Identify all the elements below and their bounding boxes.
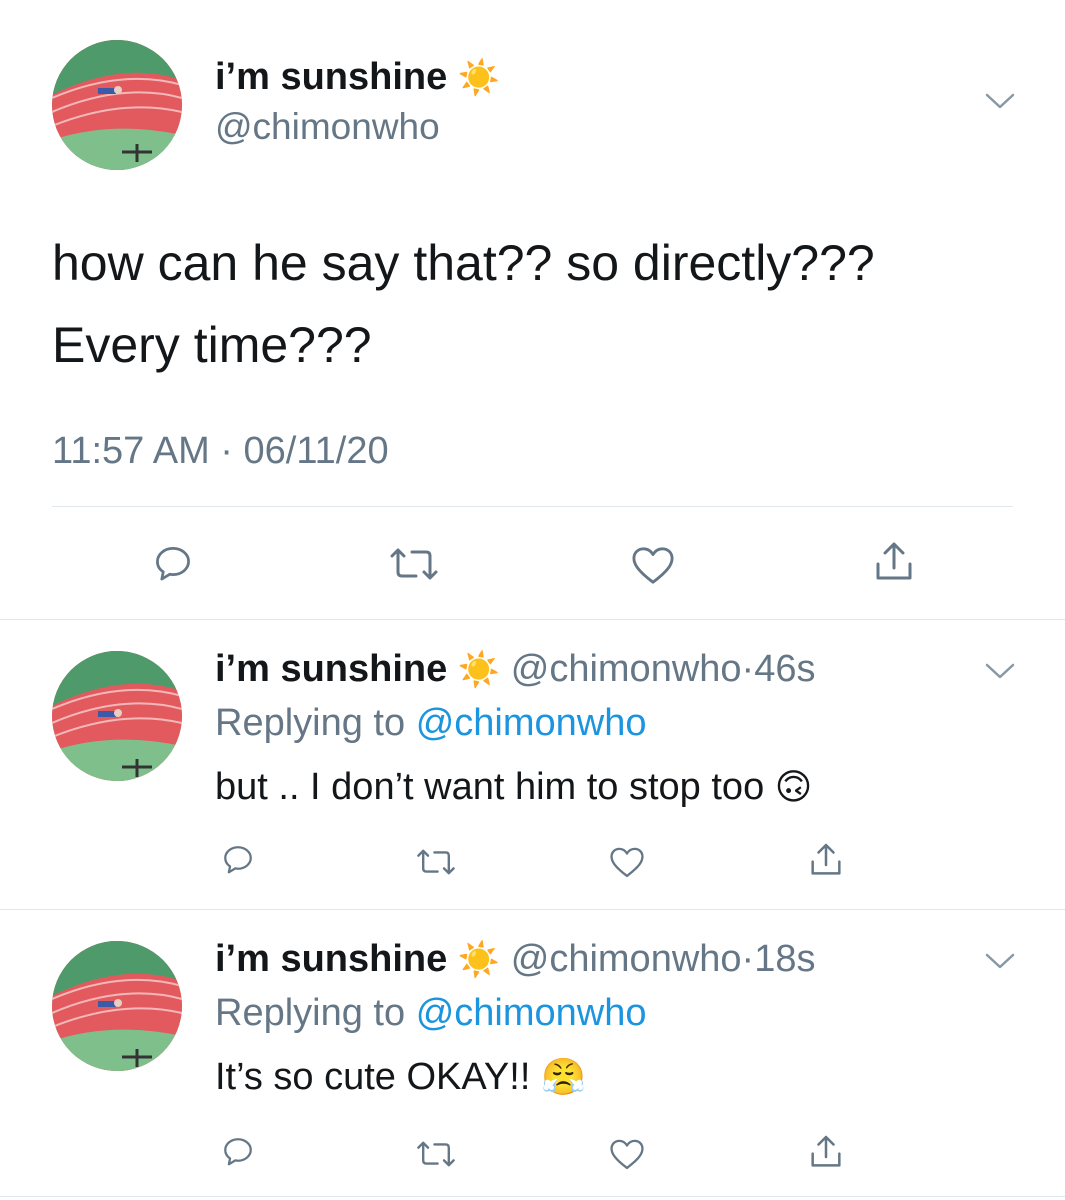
handle[interactable]: @chimonwho (215, 106, 440, 148)
share-icon[interactable] (806, 1132, 846, 1172)
like-icon[interactable] (608, 1137, 646, 1171)
replying-to-handle[interactable]: @chimonwho (416, 992, 647, 1034)
like-icon[interactable] (630, 544, 676, 586)
retweet-icon[interactable] (415, 1138, 457, 1170)
replying-to-label: Replying to (215, 992, 406, 1034)
display-name[interactable]: i’m sunshine (215, 648, 447, 690)
reply-text: but .. I don’t want him to stop too (215, 766, 765, 808)
tweet-text: but .. I don’t want him to stop too 🙃 (215, 766, 812, 809)
divider (0, 909, 1065, 910)
separator: · (741, 938, 755, 980)
chevron-down-icon[interactable] (984, 952, 1016, 972)
separator: · (741, 648, 755, 690)
sun-emoji: ☀️ (457, 941, 501, 979)
chevron-down-icon[interactable] (984, 662, 1016, 682)
like-icon[interactable] (608, 845, 646, 879)
tweet-text-line: Every time??? (52, 317, 372, 373)
tweet-text: how can he say that?? so directly??? Eve… (52, 222, 1042, 386)
display-name[interactable]: i’m sunshine (215, 938, 447, 980)
tweet-time: 11:57 AM (52, 430, 210, 472)
share-icon[interactable] (870, 538, 918, 586)
replying-to: Replying to @chimonwho (215, 992, 646, 1035)
tweet-text: It’s so cute OKAY!! 😤 (215, 1056, 586, 1099)
replying-to-handle[interactable]: @chimonwho (416, 702, 647, 744)
sun-emoji: ☀️ (457, 59, 501, 97)
tweet-header: i’m sunshine ☀️ @chimonwho·18s (215, 938, 815, 981)
retweet-icon[interactable] (388, 544, 440, 584)
reply-text: It’s so cute OKAY!! (215, 1056, 531, 1098)
chevron-down-icon[interactable] (984, 92, 1016, 112)
handle[interactable]: @chimonwho (511, 938, 742, 980)
tweet-date: 06/11/20 (243, 430, 389, 472)
tweet-header: i’m sunshine ☀️ (215, 56, 500, 99)
handle[interactable]: @chimonwho (511, 648, 742, 690)
reply-icon[interactable] (219, 1134, 257, 1170)
sun-emoji: ☀️ (457, 651, 501, 689)
divider (0, 1196, 1065, 1197)
reply-icon[interactable] (219, 842, 257, 878)
avatar[interactable] (52, 941, 182, 1071)
divider (52, 506, 1013, 507)
reply-icon[interactable] (150, 542, 196, 586)
separator: · (220, 430, 233, 472)
replying-to-label: Replying to (215, 702, 406, 744)
tweet-age[interactable]: 46s (754, 648, 815, 690)
tweet-age[interactable]: 18s (754, 938, 815, 980)
timestamp[interactable]: 11:57 AM · 06/11/20 (52, 430, 389, 473)
divider (0, 619, 1065, 620)
display-name[interactable]: i’m sunshine (215, 56, 447, 98)
tweet-text-line: how can he say that?? so directly??? (52, 235, 875, 291)
share-icon[interactable] (806, 840, 846, 880)
upside-down-face-emoji: 🙃 (774, 766, 813, 807)
avatar[interactable] (52, 651, 182, 781)
tweet-header: i’m sunshine ☀️ @chimonwho·46s (215, 648, 815, 691)
avatar[interactable] (52, 40, 182, 170)
triumph-face-emoji: 😤 (540, 1056, 586, 1097)
replying-to: Replying to @chimonwho (215, 702, 646, 745)
retweet-icon[interactable] (415, 846, 457, 878)
